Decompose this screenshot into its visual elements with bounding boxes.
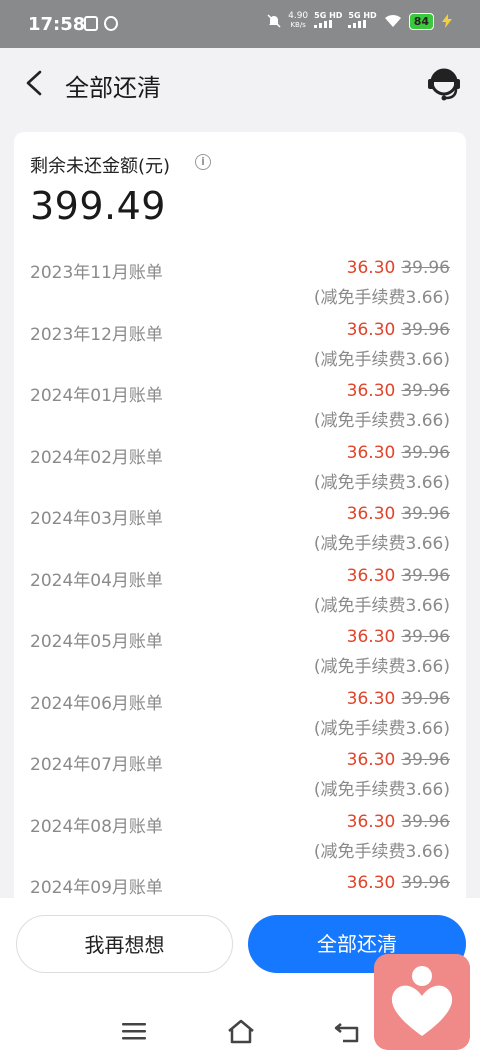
bill-fee-waiver: (减免手续费3.66) (313, 657, 450, 677)
bill-amount: 36.30 39.96 (347, 627, 450, 647)
speed-unit: KB/s (290, 21, 306, 29)
bill-fee-waiver: (减免手续费3.66) (313, 780, 450, 800)
bill-row: 2024年03月账单 36.30 39.96 (减免手续费3.66) (14, 504, 466, 566)
bill-pay-amount: 36.30 (346, 258, 396, 278)
bill-month: 2024年05月账单 (30, 632, 163, 652)
speed-value: 4.90 (288, 11, 309, 21)
signal-2-label: 5G HD (348, 11, 377, 20)
bill-row: 2023年11月账单 36.30 39.96 (减免手续费3.66) (14, 258, 466, 320)
status-time: 17:58 (28, 14, 86, 35)
mute-icon (267, 14, 281, 28)
repayment-card: 剩余未还金额(元) i 399.49 2023年11月账单 36.30 39.96(… (14, 132, 466, 932)
app-notification-icon (104, 16, 118, 31)
bill-original-amount: 39.96 (401, 627, 450, 647)
home-icon[interactable] (226, 1018, 256, 1044)
signal-bars-icon (348, 20, 367, 28)
bill-amount: 36.30 39.96 (347, 566, 450, 586)
bill-fee-waiver: (减免手续费3.66) (313, 411, 450, 431)
signal-bars-icon (314, 20, 333, 28)
bill-pay-amount: 36.30 (346, 319, 396, 340)
bill-original-amount: 39.96 (401, 258, 450, 278)
bill-month: 2023年11月账单 (30, 263, 163, 283)
network-speed: 4.90 KB/s (288, 12, 308, 30)
bill-month: 2024年07月账单 (30, 755, 163, 775)
bill-original-amount: 39.96 (401, 688, 450, 709)
bill-row: 2024年02月账单 36.30 39.96 (减免手续费3.66) (14, 443, 466, 505)
bill-amount: 36.30 39.96 (347, 504, 450, 524)
bill-amount: 36.30 39.96 (347, 750, 450, 770)
bill-row: 2024年01月账单 36.30 39.96 (减免手续费3.66) (14, 381, 466, 443)
remaining-amount: 399.49 (30, 184, 166, 228)
remaining-amount-label: 剩余未还金额(元) (30, 156, 171, 177)
bill-pay-amount: 36.30 (346, 381, 396, 401)
bill-row: 2024年06月账单 36.30 39.96 (减免手续费3.66) (14, 689, 466, 751)
page-title: 全部还清 (65, 74, 161, 102)
bill-month: 2024年08月账单 (30, 816, 163, 837)
bill-original-amount: 39.96 (401, 873, 450, 893)
bill-original-amount: 39.96 (401, 750, 450, 770)
bill-month: 2024年02月账单 (30, 447, 163, 468)
notification-icon (84, 16, 98, 31)
status-bar: 17:58 4.90 KB/s 5G HD 5G HD 84 (0, 0, 480, 48)
bill-pay-amount: 36.30 (346, 627, 396, 647)
back-nav-icon[interactable] (333, 1020, 361, 1044)
bill-fee-waiver: (减免手续费3.66) (313, 472, 450, 493)
bill-month: 2024年06月账单 (30, 693, 163, 714)
bill-list: 2023年11月账单 36.30 39.96 (减免手续费3.66) 2023年12月账… (14, 258, 466, 932)
bill-original-amount: 39.96 (401, 504, 450, 524)
bill-pay-amount: 36.30 (346, 442, 396, 463)
info-icon[interactable]: i (195, 154, 211, 170)
bill-amount: 36.30 39.96 (347, 443, 450, 463)
signal-1: 5G HD (314, 12, 342, 30)
bill-month: 2024年04月账单 (30, 570, 163, 591)
charging-icon (442, 14, 452, 28)
bill-amount: 36.30 39.96 (347, 320, 450, 340)
bill-original-amount: 39.96 (401, 811, 450, 832)
page-header: 全部还清 (0, 48, 480, 120)
bill-row: 2024年05月账单 36.30 39.96 (减免手续费3.66) (14, 627, 466, 689)
heart-widget-icon[interactable] (374, 954, 470, 1050)
bill-month: 2024年01月账单 (30, 386, 163, 406)
bill-fee-waiver: (减免手续费3.66) (313, 718, 450, 739)
bill-amount: 36.30 39.96 (347, 381, 450, 401)
bill-month: 2024年09月账单 (30, 878, 163, 898)
bill-amount: 36.30 39.96 (347, 873, 450, 893)
customer-service-icon[interactable] (424, 62, 464, 102)
think-again-button[interactable]: 我再想想 (16, 915, 233, 973)
bill-original-amount: 39.96 (401, 381, 450, 401)
wifi-icon (384, 14, 401, 27)
bill-amount: 36.30 39.96 (347, 812, 450, 832)
chevron-left-icon[interactable] (20, 68, 50, 98)
bill-pay-amount: 36.30 (346, 688, 396, 709)
bill-month: 2024年03月账单 (30, 509, 163, 529)
bill-row: 2024年07月账单 36.30 39.96 (减免手续费3.66) (14, 750, 466, 812)
bill-pay-amount: 36.30 (346, 873, 396, 893)
bill-row: 2024年04月账单 36.30 39.96 (减免手续费3.66) (14, 566, 466, 628)
bill-amount: 36.30 39.96 (347, 689, 450, 709)
menu-icon[interactable] (122, 1022, 146, 1040)
bill-pay-amount: 36.30 (346, 750, 396, 770)
bill-fee-waiver: (减免手续费3.66) (313, 288, 450, 308)
bill-pay-amount: 36.30 (346, 504, 396, 524)
signal-1-label: 5G HD (314, 11, 343, 20)
bill-pay-amount: 36.30 (346, 811, 396, 832)
bill-fee-waiver: (减免手续费3.66) (313, 534, 450, 554)
bill-fee-waiver: (减免手续费3.66) (313, 349, 450, 370)
bill-row: 2023年12月账单 36.30 39.96 (减免手续费3.66) (14, 320, 466, 382)
signal-2: 5G HD (348, 11, 377, 30)
bill-row: 2024年08月账单 36.30 39.96 (减免手续费3.66) (14, 812, 466, 874)
bill-month: 2023年12月账单 (30, 324, 163, 345)
bill-fee-waiver: (减免手续费3.66) (313, 841, 450, 862)
bill-amount: 36.30 39.96 (347, 258, 450, 278)
bill-original-amount: 39.96 (401, 442, 450, 463)
bill-fee-waiver: (减免手续费3.66) (313, 595, 450, 616)
battery-level: 84 (408, 12, 434, 30)
bill-original-amount: 39.96 (401, 319, 450, 340)
bill-original-amount: 39.96 (401, 565, 450, 586)
bill-pay-amount: 36.30 (346, 565, 396, 586)
